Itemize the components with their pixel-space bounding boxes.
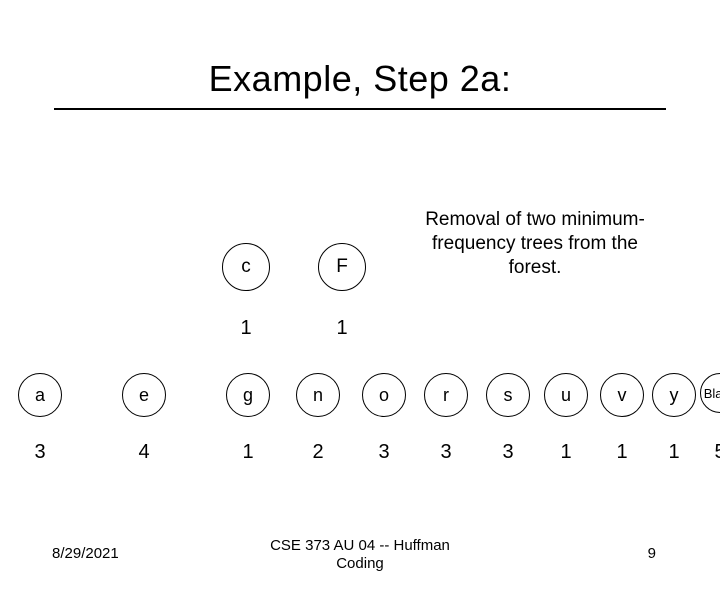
node-circle: s	[486, 373, 530, 417]
node-circle: r	[424, 373, 468, 417]
node-freq: 1	[652, 441, 696, 464]
removal-note: Removal of two minimum-frequency trees f…	[425, 208, 645, 279]
node-freq: 1	[226, 441, 270, 464]
removed-node-f: F 1	[318, 243, 366, 340]
node-circle: y	[652, 373, 696, 417]
footer-course: CSE 373 AU 04 -- Huffman Coding	[0, 537, 720, 575]
forest-node-v: v 1	[600, 373, 644, 464]
node-circle: e	[122, 373, 166, 417]
node-freq: 5	[700, 441, 720, 464]
footer-course-line1: CSE 373 AU 04 -- Huffman	[270, 537, 450, 554]
page-title: Example, Step 2a:	[0, 58, 720, 100]
forest-node-blank: Blank 5	[700, 373, 720, 464]
forest-node-u: u 1	[544, 373, 588, 464]
title-rule	[54, 108, 666, 110]
node-freq: 3	[362, 441, 406, 464]
forest-node-o: o 3	[362, 373, 406, 464]
node-freq: 3	[18, 441, 62, 464]
node-circle: a	[18, 373, 62, 417]
node-circle: F	[318, 243, 366, 291]
node-freq: 1	[544, 441, 588, 464]
removed-node-c: c 1	[222, 243, 270, 340]
node-circle: c	[222, 243, 270, 291]
node-circle: v	[600, 373, 644, 417]
node-freq: 4	[122, 441, 166, 464]
node-freq: 3	[486, 441, 530, 464]
node-circle: u	[544, 373, 588, 417]
forest-node-s: s 3	[486, 373, 530, 464]
node-circle: o	[362, 373, 406, 417]
forest-node-a: a 3	[18, 373, 62, 464]
slide: Example, Step 2a: Removal of two minimum…	[0, 58, 720, 598]
forest-node-e: e 4	[122, 373, 166, 464]
node-freq: 2	[296, 441, 340, 464]
node-circle: g	[226, 373, 270, 417]
node-circle: n	[296, 373, 340, 417]
footer-course-line2: Coding	[336, 555, 384, 572]
node-freq: 1	[222, 317, 270, 340]
forest-node-y: y 1	[652, 373, 696, 464]
node-freq: 3	[424, 441, 468, 464]
forest-node-r: r 3	[424, 373, 468, 464]
node-freq: 1	[600, 441, 644, 464]
forest-node-g: g 1	[226, 373, 270, 464]
node-freq: 1	[318, 317, 366, 340]
footer-page: 9	[648, 545, 656, 562]
forest-node-n: n 2	[296, 373, 340, 464]
node-circle: Blank	[700, 373, 720, 413]
